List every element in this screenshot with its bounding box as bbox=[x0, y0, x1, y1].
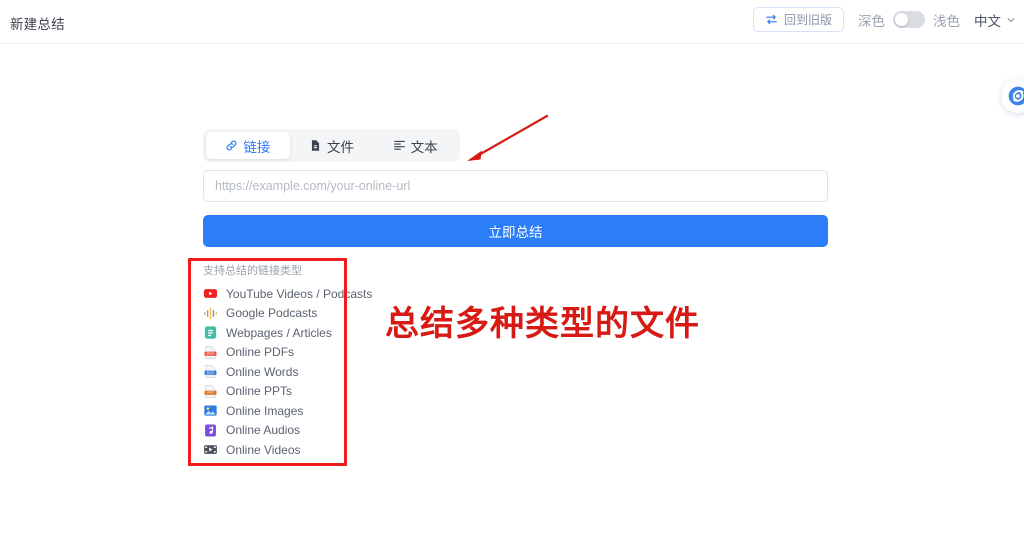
theme-light-label: 浅色 bbox=[933, 13, 960, 29]
text-icon bbox=[393, 139, 406, 152]
google-podcasts-icon bbox=[203, 306, 218, 321]
svg-text:DOC: DOC bbox=[207, 371, 215, 375]
supported-types-title: 支持总结的链接类型 bbox=[203, 265, 302, 277]
swap-icon bbox=[765, 13, 778, 26]
audio-file-icon bbox=[203, 423, 218, 438]
list-item: Google Podcasts bbox=[203, 304, 343, 324]
list-item: Online Audios bbox=[203, 421, 343, 441]
spiral-logo-icon[interactable] bbox=[1001, 79, 1024, 113]
summarize-button[interactable]: 立即总结 bbox=[203, 215, 828, 247]
word-file-icon: DOC bbox=[203, 364, 218, 379]
image-file-icon bbox=[203, 403, 218, 418]
tab-file[interactable]: 文件 bbox=[290, 132, 374, 159]
back-to-legacy-button[interactable]: 回到旧版 bbox=[752, 7, 844, 32]
header-actions: 回到旧版 深色 浅色 中文 bbox=[752, 7, 1016, 32]
webpage-icon bbox=[203, 325, 218, 340]
page-root: 新建总结 回到旧版 深色 浅色 中文 链接 文件 文本 https://exam… bbox=[0, 0, 1024, 535]
input-mode-tabs: 链接 文件 文本 bbox=[203, 129, 460, 162]
list-item: DOC Online Words bbox=[203, 362, 343, 382]
list-item-label: Online Words bbox=[226, 364, 299, 379]
list-item: PPT Online PPTs bbox=[203, 382, 343, 402]
language-selector[interactable]: 中文 bbox=[974, 10, 1016, 30]
annotation-note: 总结多种类型的文件 bbox=[385, 306, 700, 343]
annotation-arrow bbox=[455, 110, 555, 171]
list-item: Online Images bbox=[203, 401, 343, 421]
pdf-file-icon: PDF bbox=[203, 345, 218, 360]
video-file-icon bbox=[203, 442, 218, 457]
list-item: PDF Online PDFs bbox=[203, 343, 343, 363]
list-item-label: Google Podcasts bbox=[226, 306, 318, 321]
svg-text:PDF: PDF bbox=[207, 352, 214, 356]
link-icon bbox=[225, 139, 238, 152]
list-item-label: Webpages / Articles bbox=[226, 325, 332, 340]
app-header: 新建总结 回到旧版 深色 浅色 中文 bbox=[0, 0, 1024, 44]
theme-toggle-knob bbox=[895, 13, 908, 26]
list-item-label: Online PPTs bbox=[226, 384, 293, 399]
list-item-label: Online Images bbox=[226, 403, 304, 418]
list-item: Online Videos bbox=[203, 440, 343, 460]
svg-text:PPT: PPT bbox=[207, 391, 213, 395]
list-item-label: YouTube Videos / Podcasts bbox=[226, 286, 373, 301]
list-item: YouTube Videos / Podcasts bbox=[203, 284, 372, 304]
theme-toggle[interactable] bbox=[893, 11, 925, 28]
tab-file-label: 文件 bbox=[327, 139, 354, 155]
list-item-label: Online Videos bbox=[226, 442, 301, 457]
tab-link-label: 链接 bbox=[243, 139, 271, 155]
list-item-label: Online Audios bbox=[226, 423, 301, 438]
supported-types-panel: 支持总结的链接类型 YouTube Videos / Podcasts Goog… bbox=[203, 262, 372, 460]
list-item-label: Online PDFs bbox=[226, 345, 295, 360]
language-label: 中文 bbox=[974, 13, 1001, 29]
back-to-legacy-label: 回到旧版 bbox=[783, 13, 832, 27]
youtube-icon bbox=[203, 286, 218, 301]
ppt-file-icon: PPT bbox=[203, 384, 218, 399]
list-item: Webpages / Articles bbox=[203, 323, 343, 343]
theme-dark-label: 深色 bbox=[858, 13, 885, 29]
tab-text[interactable]: 文本 bbox=[373, 132, 457, 159]
page-title: 新建总结 bbox=[10, 17, 65, 32]
chevron-down-icon bbox=[1006, 15, 1016, 25]
theme-switcher[interactable]: 深色 浅色 bbox=[858, 10, 960, 30]
tab-link[interactable]: 链接 bbox=[206, 132, 290, 159]
file-icon bbox=[309, 139, 322, 152]
url-input[interactable] bbox=[203, 170, 828, 202]
tab-text-label: 文本 bbox=[410, 139, 438, 155]
